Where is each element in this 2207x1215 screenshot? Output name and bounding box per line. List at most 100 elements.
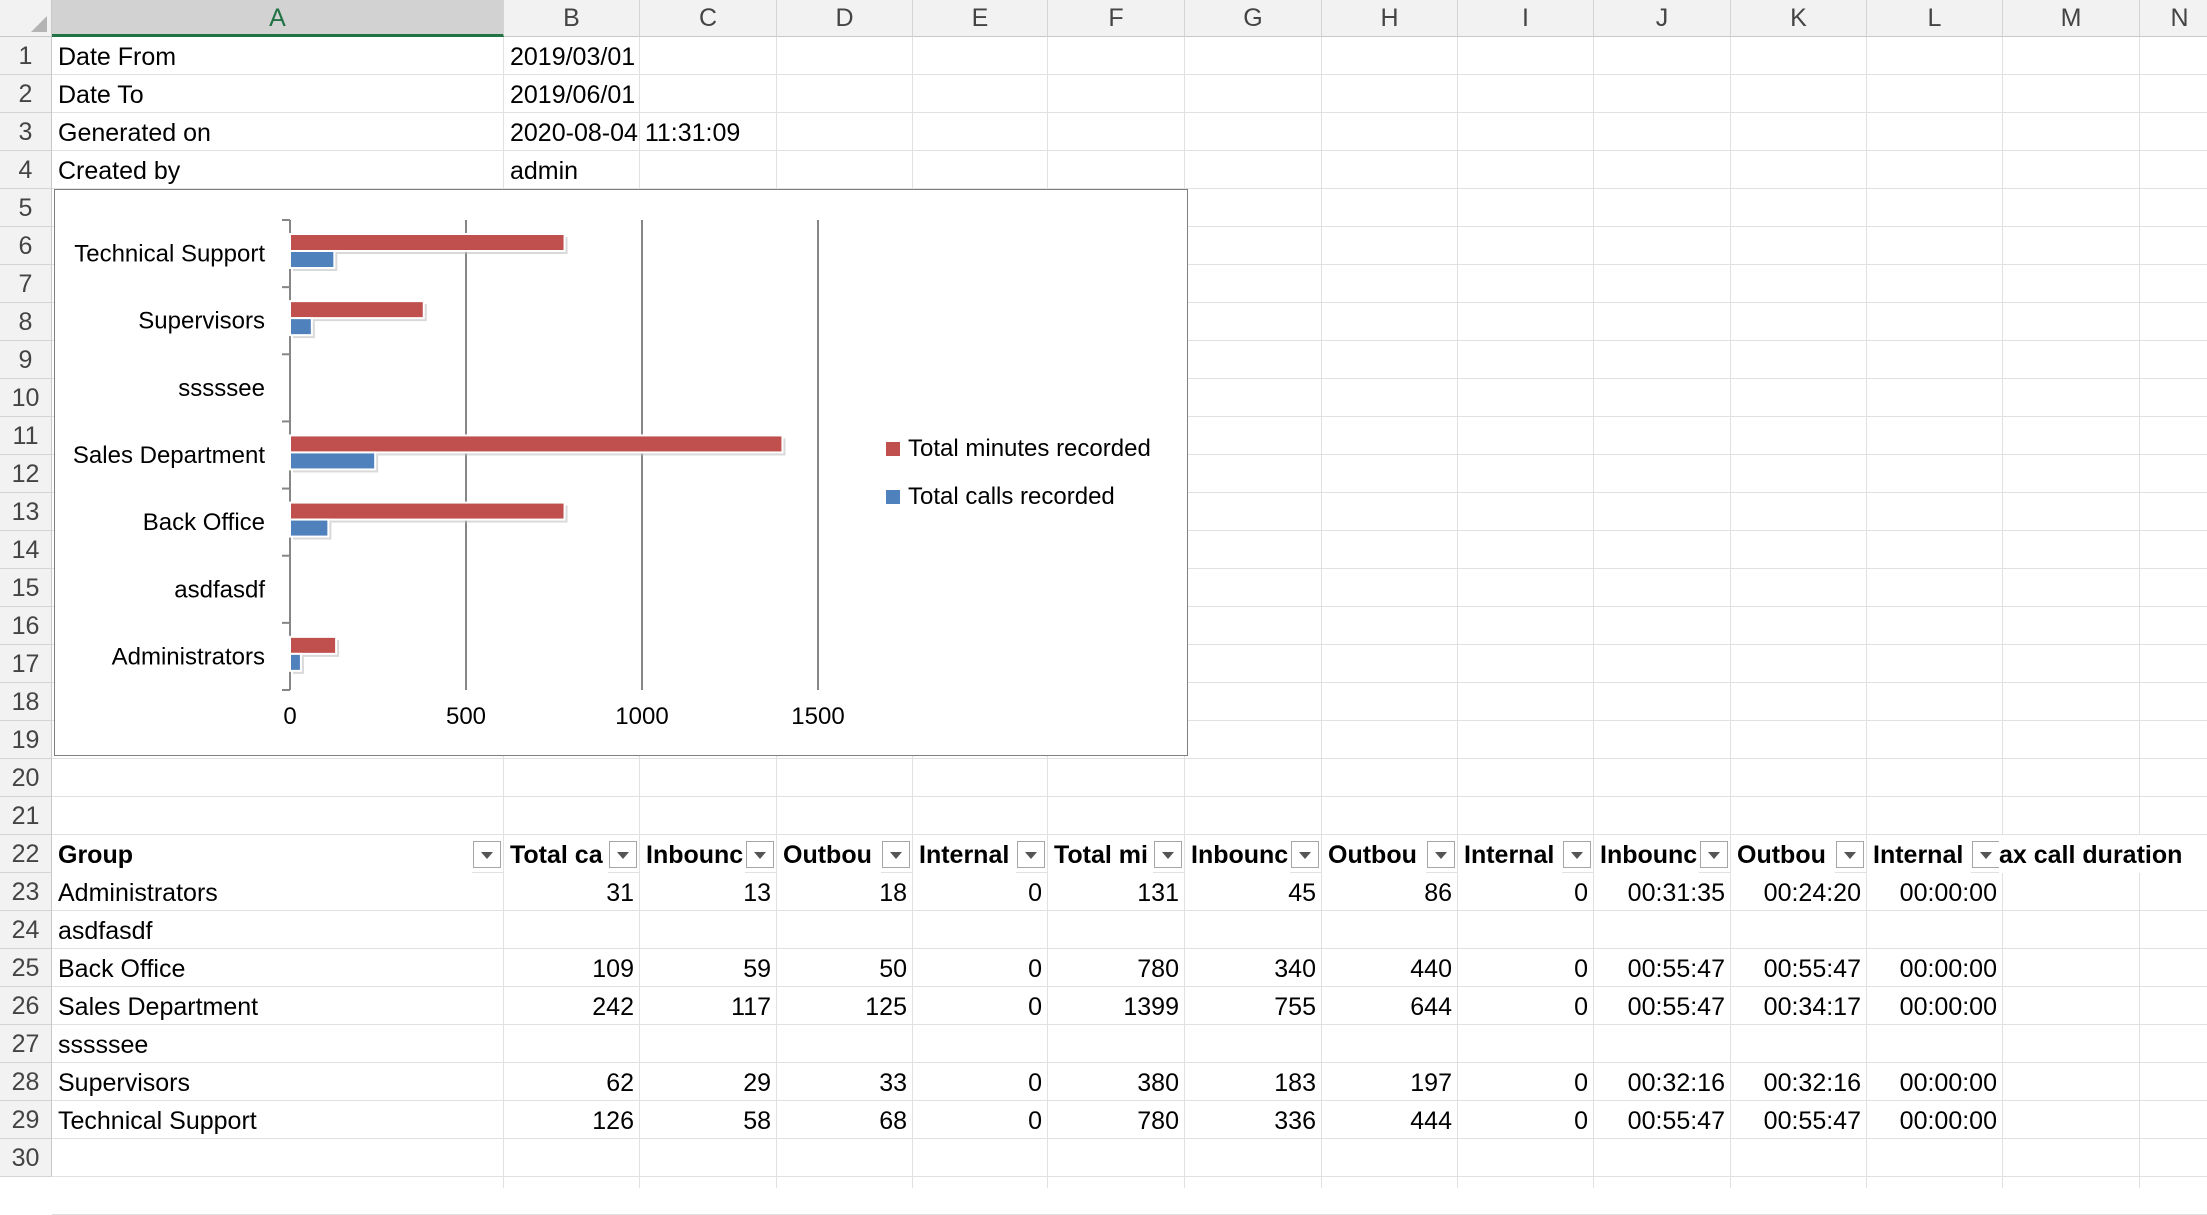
- row-header-23[interactable]: 23: [0, 873, 52, 911]
- table-data-cell[interactable]: 00:32:16: [1731, 1063, 1867, 1101]
- row-header-14[interactable]: 14: [0, 531, 52, 569]
- table-data-cell[interactable]: 00:00:00: [1867, 1063, 2003, 1101]
- table-data-cell[interactable]: 440: [1322, 949, 1458, 987]
- row-header-2[interactable]: 2: [0, 75, 52, 113]
- table-data-cell[interactable]: 444: [1322, 1101, 1458, 1139]
- row-header-13[interactable]: 13: [0, 493, 52, 531]
- row-header-3[interactable]: 3: [0, 113, 52, 151]
- table-data-cell[interactable]: 0: [1458, 873, 1594, 911]
- table-header-cell[interactable]: Total mi: [1048, 835, 1153, 873]
- table-data-cell[interactable]: 197: [1322, 1063, 1458, 1101]
- row-header-11[interactable]: 11: [0, 417, 52, 455]
- table-data-cell[interactable]: 00:55:47: [1731, 1101, 1867, 1139]
- table-data-cell[interactable]: 50: [777, 949, 913, 987]
- table-header-cell[interactable]: Group: [52, 835, 472, 873]
- column-header-d[interactable]: D: [777, 0, 913, 37]
- meta-label-cell[interactable]: Generated on: [52, 113, 504, 151]
- table-header-cell[interactable]: Internal: [913, 835, 1016, 873]
- table-data-cell[interactable]: 00:55:47: [1594, 1101, 1731, 1139]
- row-header-18[interactable]: 18: [0, 683, 52, 721]
- row-header-20[interactable]: 20: [0, 759, 52, 797]
- filter-dropdown-icon[interactable]: [882, 841, 910, 868]
- column-header-m[interactable]: M: [2003, 0, 2140, 37]
- table-data-cell[interactable]: 780: [1048, 949, 1185, 987]
- table-data-cell[interactable]: 00:31:35: [1594, 873, 1731, 911]
- meta-label-cell[interactable]: Created by: [52, 151, 504, 189]
- table-header-cell[interactable]: ax call duration: [1999, 835, 2207, 873]
- table-header-cell[interactable]: Inbounc: [1594, 835, 1699, 873]
- column-header-i[interactable]: I: [1458, 0, 1594, 37]
- row-header-28[interactable]: 28: [0, 1063, 52, 1101]
- table-header-cell[interactable]: Inbounc: [640, 835, 745, 873]
- table-data-cell[interactable]: 13: [640, 873, 777, 911]
- meta-value-cell[interactable]: admin: [504, 151, 913, 189]
- meta-value-cell[interactable]: 2019/03/01: [504, 37, 913, 75]
- row-header-10[interactable]: 10: [0, 379, 52, 417]
- table-header-cell[interactable]: Total ca: [504, 835, 608, 873]
- table-data-cell[interactable]: 183: [1185, 1063, 1322, 1101]
- table-data-cell[interactable]: 0: [913, 1101, 1048, 1139]
- table-data-cell[interactable]: 86: [1322, 873, 1458, 911]
- table-data-cell[interactable]: 00:55:47: [1594, 949, 1731, 987]
- table-data-cell[interactable]: 0: [1458, 1063, 1594, 1101]
- meta-label-cell[interactable]: Date From: [52, 37, 504, 75]
- table-data-cell[interactable]: 00:24:20: [1731, 873, 1867, 911]
- filter-dropdown-icon[interactable]: [1017, 841, 1045, 868]
- filter-dropdown-icon[interactable]: [1972, 841, 2000, 868]
- row-header-25[interactable]: 25: [0, 949, 52, 987]
- row-header-16[interactable]: 16: [0, 607, 52, 645]
- row-header-22[interactable]: 22: [0, 835, 52, 873]
- row-header-4[interactable]: 4: [0, 151, 52, 189]
- table-data-cell[interactable]: 00:00:00: [1867, 949, 2003, 987]
- table-data-cell[interactable]: 00:34:17: [1731, 987, 1867, 1025]
- table-data-cell[interactable]: 242: [504, 987, 640, 1025]
- table-data-cell[interactable]: 31: [504, 873, 640, 911]
- table-data-cell[interactable]: 125: [777, 987, 913, 1025]
- row-header-1[interactable]: 1: [0, 37, 52, 75]
- table-data-cell[interactable]: 18: [777, 873, 913, 911]
- table-data-cell[interactable]: 0: [913, 949, 1048, 987]
- table-data-cell[interactable]: 1399: [1048, 987, 1185, 1025]
- column-header-k[interactable]: K: [1731, 0, 1867, 37]
- filter-dropdown-icon[interactable]: [1563, 841, 1591, 868]
- table-data-cell[interactable]: 0: [913, 873, 1048, 911]
- table-data-cell[interactable]: 644: [1322, 987, 1458, 1025]
- filter-dropdown-icon[interactable]: [1836, 841, 1864, 868]
- row-header-17[interactable]: 17: [0, 645, 52, 683]
- group-name-cell[interactable]: Administrators: [52, 873, 504, 911]
- table-data-cell[interactable]: 780: [1048, 1101, 1185, 1139]
- table-header-cell[interactable]: Outbou: [777, 835, 881, 873]
- table-header-cell[interactable]: Outbou: [1731, 835, 1835, 873]
- column-header-l[interactable]: L: [1867, 0, 2003, 37]
- table-data-cell[interactable]: 340: [1185, 949, 1322, 987]
- table-data-cell[interactable]: 33: [777, 1063, 913, 1101]
- row-header-7[interactable]: 7: [0, 265, 52, 303]
- table-data-cell[interactable]: 0: [1458, 987, 1594, 1025]
- row-header-29[interactable]: 29: [0, 1101, 52, 1139]
- column-header-j[interactable]: J: [1594, 0, 1731, 37]
- table-data-cell[interactable]: 126: [504, 1101, 640, 1139]
- row-header-24[interactable]: 24: [0, 911, 52, 949]
- row-header-19[interactable]: 19: [0, 721, 52, 759]
- table-data-cell[interactable]: 68: [777, 1101, 913, 1139]
- row-header-8[interactable]: 8: [0, 303, 52, 341]
- column-header-c[interactable]: C: [640, 0, 777, 37]
- bar-chart[interactable]: 0 500 1000 1500 Technical Support Supervisors…: [54, 189, 1188, 756]
- row-header-21[interactable]: 21: [0, 797, 52, 835]
- table-data-cell[interactable]: 0: [1458, 1101, 1594, 1139]
- table-data-cell[interactable]: 58: [640, 1101, 777, 1139]
- table-header-cell[interactable]: Internal: [1458, 835, 1562, 873]
- column-header-e[interactable]: E: [913, 0, 1048, 37]
- column-header-n[interactable]: N: [2140, 0, 2207, 37]
- filter-dropdown-icon[interactable]: [609, 841, 637, 868]
- table-header-cell[interactable]: Inbounc: [1185, 835, 1290, 873]
- row-header-26[interactable]: 26: [0, 987, 52, 1025]
- row-header-15[interactable]: 15: [0, 569, 52, 607]
- filter-dropdown-icon[interactable]: [1154, 841, 1182, 868]
- table-data-cell[interactable]: 336: [1185, 1101, 1322, 1139]
- column-header-a[interactable]: A: [52, 0, 504, 37]
- table-data-cell[interactable]: 59: [640, 949, 777, 987]
- column-header-f[interactable]: F: [1048, 0, 1185, 37]
- table-data-cell[interactable]: 131: [1048, 873, 1185, 911]
- column-header-b[interactable]: B: [504, 0, 640, 37]
